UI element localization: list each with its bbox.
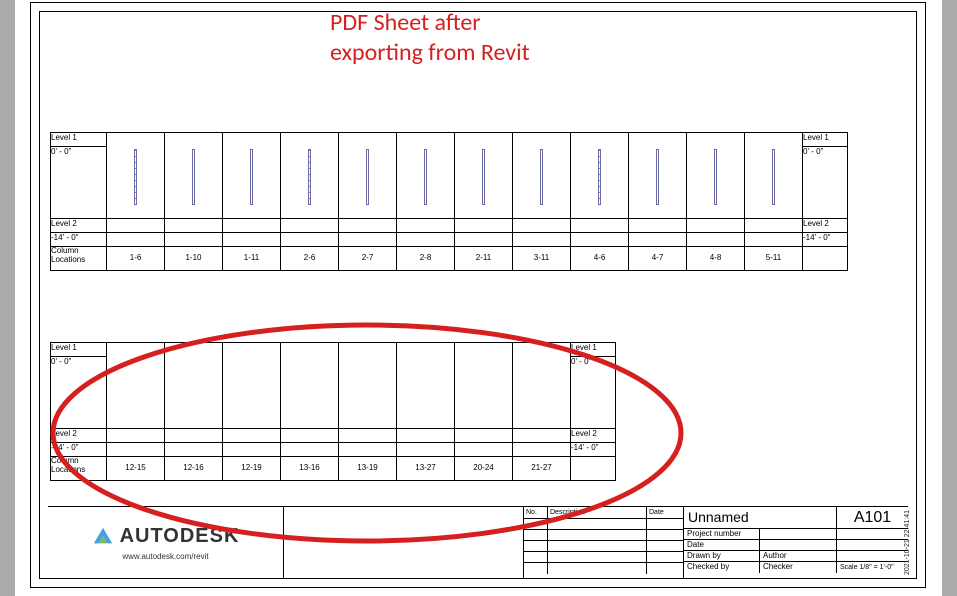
date-value — [760, 540, 836, 550]
level1-label: Level 1 — [51, 343, 107, 357]
table-row: Level 2 Level 2 — [51, 219, 848, 233]
column-location-value: 2-7 — [339, 247, 397, 271]
titleblock-project: Unnamed A101 Project number Date — [684, 507, 908, 578]
column-location-label: Column Locations — [51, 247, 107, 271]
column-location-value: 13-19 — [339, 457, 397, 481]
drawnby-value: Author — [760, 551, 836, 561]
date-label: Date — [684, 540, 760, 550]
column-location-value: 4-6 — [571, 247, 629, 271]
column-location-value: 12-16 — [165, 457, 223, 481]
column-location-value: 4-8 — [687, 247, 745, 271]
level2-dim-right: -14' - 0" — [571, 443, 616, 457]
print-timestamp: 2021-10-21 22:41:41 — [904, 510, 911, 575]
column-location-value: 2-8 — [397, 247, 455, 271]
autodesk-icon — [92, 525, 114, 547]
project-number-label: Project number — [684, 529, 760, 539]
level1-label-right: Level 1 — [571, 343, 616, 357]
drawnby-label: Drawn by — [684, 551, 760, 561]
column-graphic — [772, 149, 775, 205]
column-location-value: 5-11 — [745, 247, 803, 271]
level2-label: Level 2 — [51, 219, 107, 233]
scale-cell: Scale 1/8" = 1'-0" — [836, 562, 908, 573]
column-location-value: 13-27 — [397, 457, 455, 481]
level2-label: Level 2 — [51, 429, 107, 443]
titleblock-blank — [284, 507, 524, 578]
level1-label-right: Level 1 — [803, 133, 848, 147]
column-graphic — [714, 149, 717, 205]
titleblock-logo-cell: AUTODESK www.autodesk.com/revit — [48, 507, 284, 578]
sheet-outer-border: Level 1 Level 1 0' - 0" 0' - 0" — [30, 2, 926, 588]
table-row: -14' - 0" -14' - 0" — [51, 233, 848, 247]
rev-head-desc: Description — [548, 507, 647, 518]
level2-label-right: Level 2 — [803, 219, 848, 233]
sheet-number: A101 — [836, 507, 908, 528]
column-location-value: 1-6 — [107, 247, 165, 271]
sheet-inner-border: Level 1 Level 1 0' - 0" 0' - 0" — [39, 11, 917, 579]
level2-dim: -14' - 0" — [51, 443, 107, 457]
column-graphic — [308, 149, 311, 205]
column-graphic — [134, 149, 137, 205]
title-block: AUTODESK www.autodesk.com/revit No. Desc… — [48, 506, 908, 578]
column-location-value: 2-11 — [455, 247, 513, 271]
column-location-value: 1-10 — [165, 247, 223, 271]
rev-head-no: No. — [524, 507, 548, 518]
level1-dim-right: 0' - 0" — [803, 147, 848, 219]
column-graphic — [192, 149, 195, 205]
column-location-value: 21-27 — [513, 457, 571, 481]
column-location-value: 20-24 — [455, 457, 513, 481]
level2-label-right: Level 2 — [571, 429, 616, 443]
table-row: Column Locations 1-6 1-10 1-11 2-6 2-7 2… — [51, 247, 848, 271]
column-location-label: Column Locations — [51, 457, 107, 481]
column-location-value: 12-15 — [107, 457, 165, 481]
column-location-value: 13-16 — [281, 457, 339, 481]
column-graphic — [598, 149, 601, 205]
column-location-value: 12-19 — [223, 457, 281, 481]
brand-url: www.autodesk.com/revit — [122, 552, 208, 561]
column-graphic — [656, 149, 659, 205]
column-location-value: 3-11 — [513, 247, 571, 271]
column-location-value: 4-7 — [629, 247, 687, 271]
checkedby-value: Checker — [760, 562, 836, 573]
column-location-value: 1-11 — [223, 247, 281, 271]
level1-dim: 0' - 0" — [51, 357, 107, 429]
annotation-line: exporting from Revit — [330, 38, 590, 68]
checkedby-label: Checked by — [684, 562, 760, 573]
schedule-table-2: Level 1 Level 1 0' - 0" 0' - 0" Level 2 … — [50, 342, 616, 481]
project-name: Unnamed — [684, 507, 836, 528]
table-row: Level 2 Level 2 — [51, 429, 616, 443]
table-row: Level 1 Level 1 — [51, 133, 848, 147]
annotation-line: PDF Sheet after — [330, 8, 590, 38]
level2-dim-right: -14' - 0" — [803, 233, 848, 247]
level1-dim-right: 0' - 0" — [571, 357, 616, 429]
column-graphic — [424, 149, 427, 205]
rev-head-date: Date — [647, 507, 683, 518]
column-graphic — [250, 149, 253, 205]
autodesk-logo: AUTODESK — [92, 525, 240, 548]
table-row: Column Locations 12-15 12-16 12-19 13-16… — [51, 457, 616, 481]
brand-text: AUTODESK — [120, 525, 240, 548]
table-row: -14' - 0" -14' - 0" — [51, 443, 616, 457]
level2-dim: -14' - 0" — [51, 233, 107, 247]
annotation-text: PDF Sheet after exporting from Revit — [330, 8, 590, 68]
schedule-table-1: Level 1 Level 1 0' - 0" 0' - 0" — [50, 132, 848, 271]
column-location-value: 2-6 — [281, 247, 339, 271]
column-graphic — [540, 149, 543, 205]
level1-label: Level 1 — [51, 133, 107, 147]
level1-dim: 0' - 0" — [51, 147, 107, 219]
project-number-value — [760, 529, 836, 539]
table-row: Level 1 Level 1 — [51, 343, 616, 357]
column-graphic — [482, 149, 485, 205]
column-graphic — [366, 149, 369, 205]
titleblock-revisions: No. Description Date — [524, 507, 684, 578]
